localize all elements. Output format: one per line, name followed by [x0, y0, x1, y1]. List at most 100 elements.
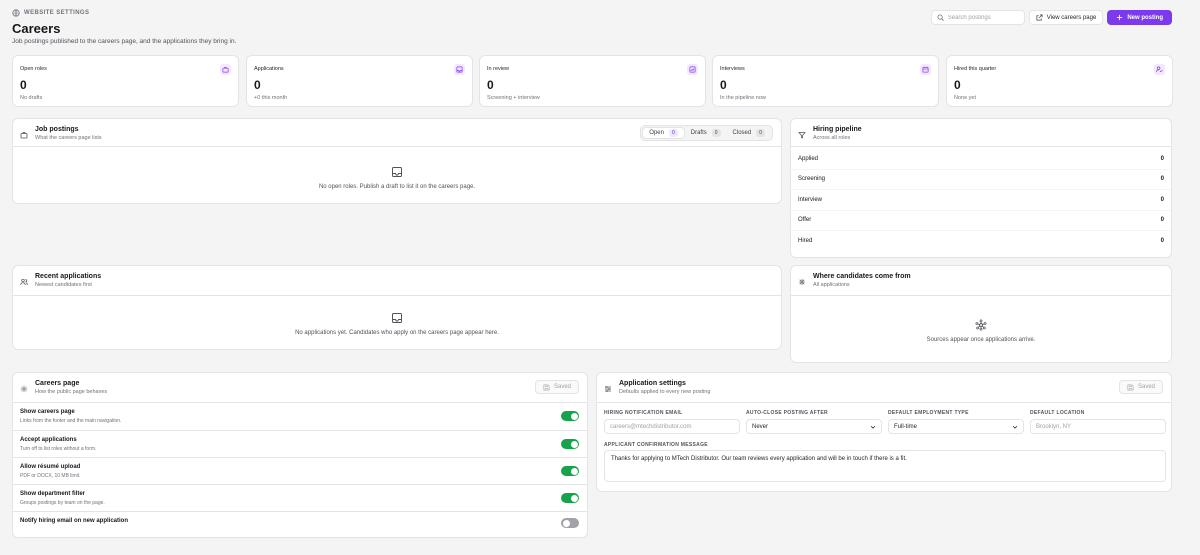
save-icon — [1127, 384, 1134, 390]
stage-count: 0 — [1160, 176, 1164, 183]
breadcrumb: WEBSITE SETTINGS — [12, 9, 89, 17]
tab-count: 0 — [711, 129, 721, 137]
section-title: Hiring pipeline — [813, 126, 862, 133]
inbox-icon — [454, 64, 465, 75]
autoclose-label: AUTO-CLOSE POSTING AFTER — [746, 410, 828, 416]
confirmation-message-textarea[interactable]: Thanks for applying to MTech Distributor… — [604, 450, 1166, 482]
setting-title: Show department filter — [20, 491, 86, 497]
stage-count: 0 — [1160, 196, 1164, 203]
calendar-icon — [920, 64, 931, 75]
stage-label: Screening — [798, 176, 826, 183]
section-header: Recent applications Newest candidates fir… — [20, 272, 101, 288]
hiring-email-field[interactable]: careers@mtechdistributor.com — [604, 419, 740, 434]
stat-value: 0 — [487, 78, 494, 92]
stage-label: Interview — [798, 196, 823, 203]
new-posting-button[interactable]: New posting — [1107, 10, 1172, 25]
external-link-icon — [1036, 14, 1043, 21]
empty-state: Sources appear once applications arrive. — [791, 319, 1171, 343]
stat-label: Interviews — [720, 66, 745, 72]
pipeline-row-screening: Screening 0 — [791, 170, 1171, 190]
empty-message: No open roles. Publish a draft to list i… — [318, 184, 476, 190]
globe-icon — [12, 9, 20, 17]
setting-notify-hiring-email: Notify hiring email on new application — [13, 511, 587, 538]
section-header: Where candidates come from All applicatio… — [798, 272, 911, 288]
network-icon — [975, 319, 987, 331]
stat-label: In review — [487, 66, 510, 72]
page-title: Careers — [12, 21, 61, 36]
setting-accept-applications: Accept applications Turn off to list rol… — [13, 430, 587, 457]
filter-icon — [798, 132, 806, 139]
briefcase-icon — [20, 132, 28, 139]
briefcase-icon — [220, 64, 231, 75]
employment-type-value: Full-time — [894, 423, 918, 430]
autoclose-value: Never — [752, 423, 769, 430]
tab-open[interactable]: Open 0 — [642, 127, 685, 139]
section-sub: How the public page behaves — [35, 389, 108, 395]
show-department-filter-toggle[interactable] — [561, 493, 579, 503]
pipeline-row-interview: Interview 0 — [791, 190, 1171, 211]
view-careers-page-button[interactable]: View careers page — [1028, 10, 1104, 25]
hiring-pipeline-card: Hiring pipeline Across all roles Applied 0… — [790, 118, 1172, 258]
setting-desc: Turn off to list roles without a form. — [20, 446, 97, 452]
section-sub: Newest candidates first — [35, 282, 92, 288]
stage-label: Offer — [798, 217, 812, 224]
setting-show-careers-page: Show careers page Links from the footer … — [13, 402, 587, 429]
section-title: Application settings — [619, 380, 686, 387]
stat-sub: None yet — [954, 95, 977, 101]
stage-label: Hired — [798, 238, 813, 245]
divider — [791, 295, 1171, 296]
chart-icon — [687, 64, 698, 75]
gear-icon — [20, 385, 28, 393]
allow-resume-upload-toggle[interactable] — [561, 466, 579, 476]
saved-label: Saved — [553, 384, 571, 390]
stat-value: 0 — [254, 78, 261, 92]
page-subtitle: Job postings published to the careers pa… — [12, 38, 237, 45]
tab-drafts[interactable]: Drafts 0 — [685, 127, 727, 139]
confirmation-label: APPLICANT CONFIRMATION MESSAGE — [604, 442, 708, 448]
stat-sub: No drafts — [20, 95, 43, 101]
stat-card-interviews: Interviews 0 In the pipeline now — [712, 55, 939, 107]
employment-type-label: DEFAULT EMPLOYMENT TYPE — [888, 410, 969, 416]
setting-desc: PDF or DOCX, 10 MB limit. — [20, 473, 81, 479]
pipeline-row-offer: Offer 0 — [791, 211, 1171, 231]
saved-button[interactable]: Saved — [534, 380, 579, 394]
save-icon — [543, 384, 550, 390]
divider — [597, 402, 1171, 403]
stage-count: 0 — [1160, 217, 1164, 224]
tab-label: Closed — [732, 130, 752, 136]
empty-state: No open roles. Publish a draft to list i… — [13, 166, 781, 190]
divider — [791, 146, 1171, 147]
stage-count: 0 — [1160, 155, 1164, 162]
default-location-field[interactable]: Brooklyn, NY — [1030, 419, 1166, 434]
stat-value: 0 — [20, 78, 27, 92]
saved-button[interactable]: Saved — [1118, 380, 1163, 394]
pipeline-row-applied: Applied 0 — [791, 149, 1171, 170]
search-icon — [937, 14, 944, 21]
employment-type-select[interactable]: Full-time — [888, 419, 1024, 434]
email-label: HIRING NOTIFICATION EMAIL — [604, 410, 683, 416]
section-title: Where candidates come from — [813, 273, 911, 280]
setting-desc: Groups postings by team on the page. — [20, 500, 105, 506]
section-sub: Across all roles — [813, 135, 851, 141]
accept-applications-toggle[interactable] — [561, 439, 579, 449]
show-careers-page-toggle[interactable] — [561, 411, 579, 421]
stat-value: 0 — [720, 78, 727, 92]
stat-card-in-review: In review 0 Screening + interview — [479, 55, 706, 107]
tab-count: 0 — [756, 129, 765, 137]
section-title: Careers page — [35, 380, 80, 387]
chevron-down-icon — [870, 425, 876, 429]
tab-closed[interactable]: Closed 0 — [727, 127, 771, 139]
recent-applications-card: Recent applications Newest candidates fir… — [12, 265, 782, 350]
stat-card-open-roles: Open roles 0 No drafts — [12, 55, 239, 107]
application-settings-card: Application settings Defaults applied to … — [596, 372, 1172, 492]
chevron-down-icon — [1012, 425, 1018, 429]
stat-sub: In the pipeline now — [720, 95, 766, 101]
search-box[interactable] — [930, 10, 1025, 25]
setting-title: Notify hiring email on new application — [20, 518, 129, 524]
stat-sub: +0 this month — [254, 95, 288, 101]
autoclose-select[interactable]: Never — [746, 419, 882, 434]
stage-count: 0 — [1160, 238, 1164, 245]
search-input[interactable] — [947, 14, 1018, 21]
stat-label: Hired this quarter — [954, 66, 997, 72]
notify-hiring-email-toggle[interactable] — [561, 518, 579, 528]
